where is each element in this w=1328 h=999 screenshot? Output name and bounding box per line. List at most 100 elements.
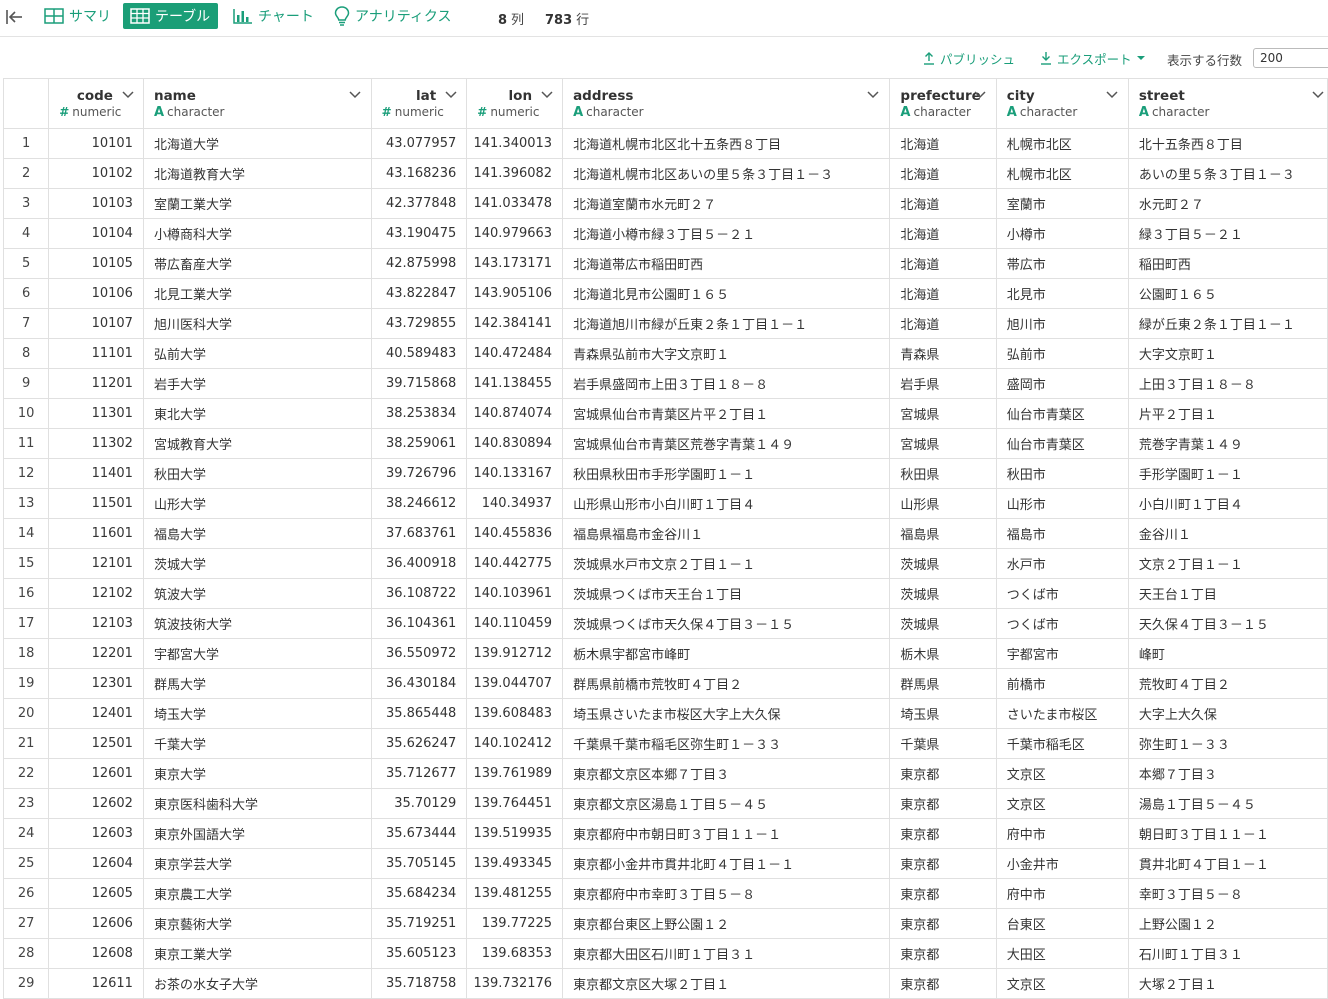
- table-row[interactable]: 18 12201 宇都宮大学 36.550972 139.912712 栃木県宇都宮市峰町…: [2, 638, 1328, 669]
- column-header-prefecture[interactable]: prefecture Acharacter: [889, 78, 997, 129]
- table-row[interactable]: 25 12604 東京学芸大学 35.705145 139.493345 東京都小金井市貫…: [2, 848, 1328, 879]
- export-dropdown[interactable]: エクスポート: [1040, 49, 1146, 67]
- cell-address: 茨城県つくば市天久保４丁目３－１５: [562, 608, 891, 639]
- column-header-name[interactable]: name Acharacter: [142, 78, 372, 129]
- table-row[interactable]: 21 12501 千葉大学 35.626247 140.102412 千葉県千葉市稲毛区弥…: [2, 728, 1328, 759]
- cell-lon: 142.384141: [466, 308, 564, 339]
- table-row[interactable]: 8 11101 弘前大学 40.589483 140.472484 青森県弘前市大字文京町…: [2, 338, 1328, 369]
- table-row[interactable]: 27 12606 東京藝術大学 35.719251 139.77225 東京都台東区上野公…: [2, 908, 1328, 939]
- table-row[interactable]: 20 12401 埼玉大学 35.865448 139.608483 埼玉県さいたま市桜区…: [2, 698, 1328, 729]
- column-header-code[interactable]: code # numeric: [48, 78, 144, 129]
- table-row[interactable]: 13 11501 山形大学 38.246612 140.34937 山形県山形市小白川町１…: [2, 488, 1328, 519]
- table-row[interactable]: 10 11301 東北大学 38.253834 140.874074 宮城県仙台市青葉区片…: [2, 398, 1328, 429]
- cell-name: 茨城大学: [142, 548, 372, 579]
- cell-street: 公園町１６５: [1127, 278, 1328, 309]
- cell-lon: 141.033478: [466, 188, 564, 219]
- table-row[interactable]: 12 11401 秋田大学 39.726796 140.133167 秋田県秋田市手形学園…: [2, 458, 1328, 489]
- cell-address: 千葉県千葉市稲毛区弥生町１－３３: [562, 728, 891, 759]
- cell-code: 12201: [48, 638, 144, 669]
- chevron-down-icon[interactable]: [866, 90, 880, 100]
- table-row[interactable]: 2 10102 北海道教育大学 43.168236 141.396082 北海道札幌市北区…: [2, 158, 1328, 189]
- cell-code: 12605: [48, 878, 144, 909]
- cell-code: 12604: [48, 848, 144, 879]
- cell-prefecture: 東京都: [889, 968, 997, 999]
- chevron-down-icon[interactable]: [444, 90, 458, 100]
- column-header-lon[interactable]: lon # numeric: [466, 78, 564, 129]
- table-row[interactable]: 24 12603 東京外国語大学 35.673444 139.519935 東京都府中市朝…: [2, 818, 1328, 849]
- table-row[interactable]: 17 12103 筑波技術大学 36.104361 140.110459 茨城県つくば市天…: [2, 608, 1328, 639]
- cell-lat: 38.259061: [370, 428, 468, 459]
- chevron-down-icon[interactable]: [1105, 90, 1119, 100]
- cell-street: 湯島１丁目５－４５: [1127, 788, 1328, 819]
- row-count-unit: 行: [576, 13, 590, 28]
- cell-street: 緑が丘東２条１丁目１－１: [1127, 308, 1328, 339]
- cell-name: 福島大学: [142, 518, 372, 549]
- table-row[interactable]: 22 12601 東京大学 35.712677 139.761989 東京都文京区本郷７丁…: [2, 758, 1328, 789]
- column-header-address[interactable]: address Acharacter: [562, 78, 891, 129]
- chevron-down-icon[interactable]: [973, 90, 987, 100]
- cell-prefecture: 茨城県: [889, 608, 997, 639]
- cell-address: 青森県弘前市大字文京町１: [562, 338, 891, 369]
- table-row[interactable]: 11 11302 宮城教育大学 38.259061 140.830894 宮城県仙台市青葉…: [2, 428, 1328, 459]
- table-row[interactable]: 9 11201 岩手大学 39.715868 141.138455 岩手県盛岡市上田３丁目…: [2, 368, 1328, 399]
- publish-button[interactable]: パブリッシュ: [923, 49, 1015, 67]
- table-row[interactable]: 5 10105 帯広畜産大学 42.875998 143.173171 北海道帯広市稲田町…: [2, 248, 1328, 279]
- table-row[interactable]: 7 10107 旭川医科大学 43.729855 142.384141 北海道旭川市緑が丘…: [2, 308, 1328, 339]
- cell-code: 11601: [48, 518, 144, 549]
- cell-lat: 35.705145: [370, 848, 468, 879]
- cell-code: 12102: [48, 578, 144, 609]
- tab-summary[interactable]: サマリ: [44, 3, 111, 29]
- tab-chart[interactable]: チャート: [233, 3, 314, 29]
- column-header-lat[interactable]: lat # numeric: [370, 78, 468, 129]
- cell-lat: 36.104361: [370, 608, 468, 639]
- cell-address: 埼玉県さいたま市桜区大字上大久保: [562, 698, 891, 729]
- row-number: 21: [2, 728, 50, 759]
- table-row[interactable]: 6 10106 北見工業大学 43.822847 143.905106 北海道北見市公園町…: [2, 278, 1328, 309]
- cell-street: 天王台１丁目: [1127, 578, 1328, 609]
- cell-address: 東京都文京区本郷７丁目３: [562, 758, 891, 789]
- table-row[interactable]: 26 12605 東京農工大学 35.684234 139.481255 東京都府中市幸町…: [2, 878, 1328, 909]
- cell-city: つくば市: [995, 578, 1129, 609]
- cell-name: 山形大学: [142, 488, 372, 519]
- table-row[interactable]: 29 12611 お茶の水女子大学 35.718758 139.732176 東京都文京区…: [2, 968, 1328, 999]
- row-number: 25: [2, 848, 50, 879]
- table-row[interactable]: 1 10101 北海道大学 43.077957 141.340013 北海道札幌市北区北十…: [2, 128, 1328, 159]
- cell-prefecture: 北海道: [889, 128, 997, 159]
- cell-prefecture: 北海道: [889, 218, 997, 249]
- table-row[interactable]: 15 12101 茨城大学 36.400918 140.442775 茨城県水戸市文京２丁…: [2, 548, 1328, 579]
- table-row[interactable]: 23 12602 東京医科歯科大学 35.70129 139.764451 東京都文京区湯…: [2, 788, 1328, 819]
- chevron-down-icon[interactable]: [540, 90, 554, 100]
- column-type-label: numeric: [72, 105, 122, 119]
- cell-city: 小樽市: [995, 218, 1129, 249]
- chevron-down-icon[interactable]: [1311, 90, 1325, 100]
- table-row[interactable]: 3 10103 室蘭工業大学 42.377848 141.033478 北海道室蘭市水元町…: [2, 188, 1328, 219]
- cell-city: 宇都宮市: [995, 638, 1129, 669]
- rows-to-display-input[interactable]: [1253, 48, 1328, 68]
- cell-street: 荒巻字青葉１４９: [1127, 428, 1328, 459]
- tab-table[interactable]: テーブル: [123, 3, 219, 29]
- cell-address: 岩手県盛岡市上田３丁目１８－８: [562, 368, 891, 399]
- table-row[interactable]: 16 12102 筑波大学 36.108722 140.103961 茨城県つくば市天王台…: [2, 578, 1328, 609]
- cell-lat: 39.715868: [370, 368, 468, 399]
- cell-name: 弘前大学: [142, 338, 372, 369]
- table-row[interactable]: 28 12608 東京工業大学 35.605123 139.68353 東京都大田区石川町…: [2, 938, 1328, 969]
- row-number: 11: [2, 428, 50, 459]
- chevron-down-icon[interactable]: [121, 90, 135, 100]
- cell-code: 12501: [48, 728, 144, 759]
- table-row[interactable]: 19 12301 群馬大学 36.430184 139.044707 群馬県前橋市荒牧町４…: [2, 668, 1328, 699]
- table-row[interactable]: 14 11601 福島大学 37.683761 140.455836 福島県福島市金谷川１…: [2, 518, 1328, 549]
- column-header-street[interactable]: street Acharacter: [1127, 78, 1328, 129]
- chevron-down-icon[interactable]: [348, 90, 362, 100]
- cell-address: 秋田県秋田市手形学園町１－１: [562, 458, 891, 489]
- tab-analytics[interactable]: アナリティクス: [334, 3, 451, 29]
- row-count-value: 783: [545, 13, 573, 28]
- cell-street: 荒牧町４丁目２: [1127, 668, 1328, 699]
- cell-prefecture: 青森県: [889, 338, 997, 369]
- table-row[interactable]: 4 10104 小樽商科大学 43.190475 140.979663 北海道小樽市緑３丁…: [2, 218, 1328, 249]
- column-header-city[interactable]: city Acharacter: [995, 78, 1129, 129]
- cell-code: 12611: [48, 968, 144, 999]
- collapse-back-icon[interactable]: [4, 6, 24, 28]
- cell-name: 旭川医科大学: [142, 308, 372, 339]
- column-count-value: 8: [498, 13, 508, 28]
- row-number: 5: [2, 248, 50, 279]
